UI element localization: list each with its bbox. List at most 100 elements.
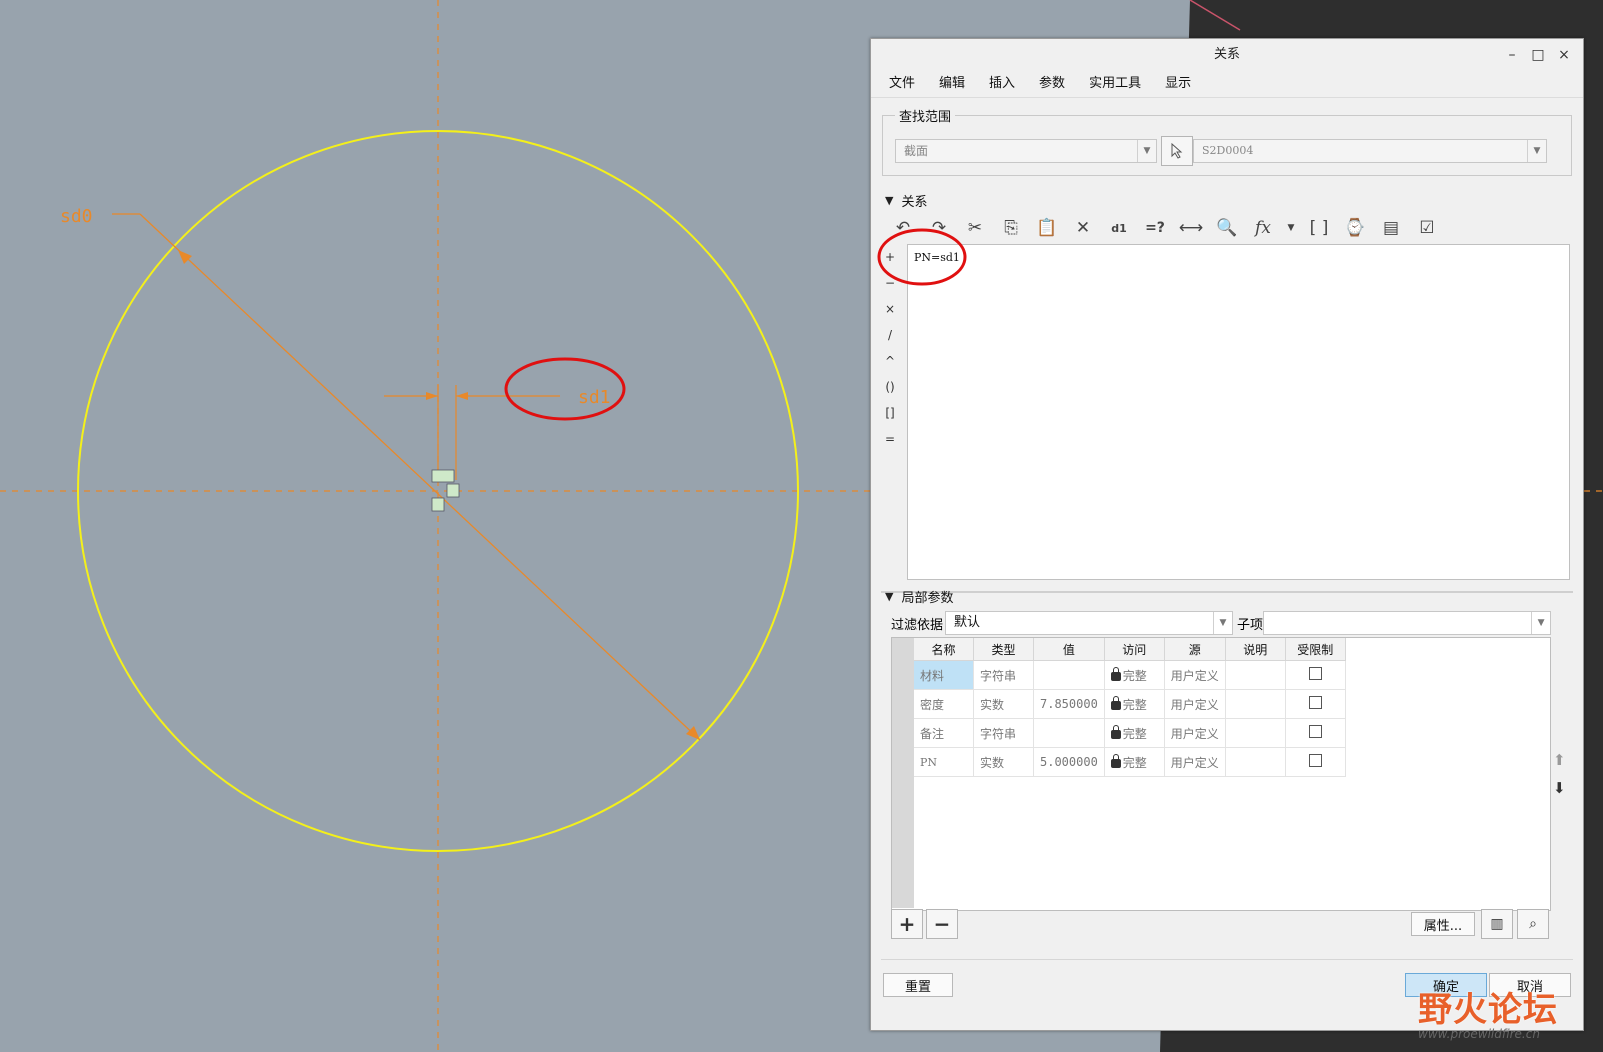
table-row[interactable]: 备注 字符串 完整 用户定义 — [914, 718, 1346, 748]
filter-combo[interactable]: 默认 ▼ — [945, 611, 1234, 635]
chevron-down-icon[interactable]: ▼ — [1137, 140, 1156, 162]
maximize-icon[interactable]: □ — [1529, 39, 1547, 71]
relations-section-header[interactable]: ▼ 关系 — [885, 191, 927, 210]
menu-file[interactable]: 文件 — [877, 71, 927, 97]
cell-source[interactable]: 用户定义 — [1164, 660, 1226, 690]
minimize-icon[interactable]: – — [1503, 39, 1521, 71]
title-bar[interactable]: 关系 – □ × — [871, 39, 1583, 71]
cell-source[interactable]: 用户定义 — [1164, 689, 1226, 719]
move-down-icon[interactable]: ⬇ — [1553, 779, 1566, 797]
function-icon[interactable]: fx — [1249, 215, 1277, 241]
cell-restricted[interactable] — [1285, 747, 1346, 777]
menu-edit[interactable]: 编辑 — [927, 71, 977, 97]
collapse-triangle-icon[interactable]: ▼ — [885, 590, 893, 603]
remove-parameter-button[interactable]: − — [926, 909, 958, 939]
col-header-source[interactable]: 源 — [1164, 638, 1226, 661]
sort-icon[interactable]: ⌚ — [1341, 215, 1369, 241]
op-brackets[interactable]: [] — [881, 400, 899, 426]
relations-editor[interactable]: PN=sd1 — [907, 244, 1570, 580]
restricted-checkbox[interactable] — [1308, 667, 1322, 680]
close-icon[interactable]: × — [1555, 39, 1573, 71]
table-row[interactable]: 材料 字符串 完整 用户定义 — [914, 660, 1346, 690]
op-multiply[interactable]: × — [881, 296, 899, 322]
cell-access[interactable]: 完整 — [1104, 660, 1165, 690]
toggle-dimension-icon[interactable]: d1 — [1105, 215, 1133, 241]
chevron-down-icon[interactable]: ▼ — [1531, 612, 1550, 634]
find-binoculars-icon[interactable]: ⌕ — [1517, 909, 1549, 939]
cell-value[interactable] — [1033, 660, 1105, 690]
collapse-triangle-icon[interactable]: ▼ — [885, 194, 893, 207]
add-parameter-button[interactable]: + — [891, 909, 923, 939]
move-up-icon[interactable]: ⬆ — [1553, 751, 1566, 769]
cell-name[interactable]: 材料 — [914, 660, 974, 690]
properties-button[interactable]: 属性... — [1411, 912, 1475, 936]
cell-restricted[interactable] — [1285, 689, 1346, 719]
cell-description[interactable] — [1225, 747, 1286, 777]
cell-restricted[interactable] — [1285, 718, 1346, 748]
cell-value[interactable]: 5.000000 — [1033, 747, 1105, 777]
cell-access[interactable]: 完整 — [1104, 689, 1165, 719]
restricted-checkbox[interactable] — [1308, 696, 1322, 709]
reset-button[interactable]: 重置 — [883, 973, 953, 997]
cell-source[interactable]: 用户定义 — [1164, 718, 1226, 748]
dim-sd0-label[interactable]: sd0 — [60, 206, 93, 227]
cell-description[interactable] — [1225, 660, 1286, 690]
chevron-down-icon[interactable]: ▼ — [1527, 140, 1546, 162]
cell-value[interactable]: 7.850000 — [1033, 689, 1105, 719]
col-header-description[interactable]: 说明 — [1225, 638, 1286, 661]
col-header-name[interactable]: 名称 — [914, 638, 974, 661]
col-header-value[interactable]: 值 — [1033, 638, 1105, 661]
op-divide[interactable]: / — [881, 322, 899, 348]
copy-icon[interactable]: ⎘ — [997, 215, 1025, 241]
watermark-logo-text: 野火论坛 — [1418, 990, 1558, 1030]
menu-utilities[interactable]: 实用工具 — [1077, 71, 1153, 97]
op-parentheses[interactable]: () — [881, 374, 899, 400]
select-cursor-button[interactable] — [1161, 136, 1193, 166]
menu-display[interactable]: 显示 — [1153, 71, 1203, 97]
chevron-down-icon[interactable]: ▼ — [1285, 215, 1297, 241]
show-value-icon[interactable]: 🔍 — [1213, 215, 1241, 241]
measure-icon[interactable]: ⟷ — [1177, 215, 1205, 241]
dim-sd1-label[interactable]: sd1 — [578, 387, 611, 408]
table-row[interactable]: PN 实数 5.000000 完整 用户定义 — [914, 747, 1346, 777]
table-columns-icon[interactable]: ▥ — [1481, 909, 1513, 939]
cell-description[interactable] — [1225, 689, 1286, 719]
chevron-down-icon[interactable]: ▼ — [1213, 612, 1232, 634]
cell-type[interactable]: 字符串 — [973, 718, 1034, 748]
restricted-checkbox[interactable] — [1308, 754, 1322, 767]
menu-insert[interactable]: 插入 — [977, 71, 1027, 97]
cell-type[interactable]: 实数 — [973, 747, 1034, 777]
op-power[interactable]: ^ — [881, 348, 899, 374]
col-header-type[interactable]: 类型 — [973, 638, 1034, 661]
cell-type[interactable]: 字符串 — [973, 660, 1034, 690]
op-equals[interactable]: = — [881, 426, 899, 452]
local-params-section-header[interactable]: ▼ 局部参数 — [885, 587, 953, 606]
cell-name[interactable]: PN — [914, 747, 974, 777]
watermark-url: www.proewildfire.cn — [1418, 1027, 1540, 1041]
delete-icon[interactable]: ✕ — [1069, 215, 1097, 241]
section-splitter[interactable] — [881, 591, 1573, 593]
evaluate-icon[interactable]: =? — [1141, 215, 1169, 241]
cell-name[interactable]: 密度 — [914, 689, 974, 719]
cell-value[interactable] — [1033, 718, 1105, 748]
cell-type[interactable]: 实数 — [973, 689, 1034, 719]
scope-object-combo[interactable]: S2D0004 ▼ — [1193, 139, 1547, 163]
filter-row: 过滤依据 默认 ▼ 子项 ▼ — [891, 611, 1552, 635]
cell-name[interactable]: 备注 — [914, 718, 974, 748]
col-header-restricted[interactable]: 受限制 — [1285, 638, 1346, 661]
cell-restricted[interactable] — [1285, 660, 1346, 690]
execute-icon[interactable]: ▤ — [1377, 215, 1405, 241]
col-header-access[interactable]: 访问 — [1104, 638, 1165, 661]
restricted-checkbox[interactable] — [1308, 725, 1322, 738]
table-row[interactable]: 密度 实数 7.850000 完整 用户定义 — [914, 689, 1346, 719]
cell-source[interactable]: 用户定义 — [1164, 747, 1226, 777]
subitem-combo[interactable]: ▼ — [1263, 611, 1552, 635]
cell-access[interactable]: 完整 — [1104, 747, 1165, 777]
cell-access[interactable]: 完整 — [1104, 718, 1165, 748]
paste-icon[interactable]: 📋 — [1033, 215, 1061, 241]
menu-parameters[interactable]: 参数 — [1027, 71, 1077, 97]
verify-icon[interactable]: ☑ — [1413, 215, 1441, 241]
scope-type-combo[interactable]: 截面 ▼ — [895, 139, 1157, 163]
cell-description[interactable] — [1225, 718, 1286, 748]
brackets-icon[interactable]: [ ] — [1305, 215, 1333, 241]
